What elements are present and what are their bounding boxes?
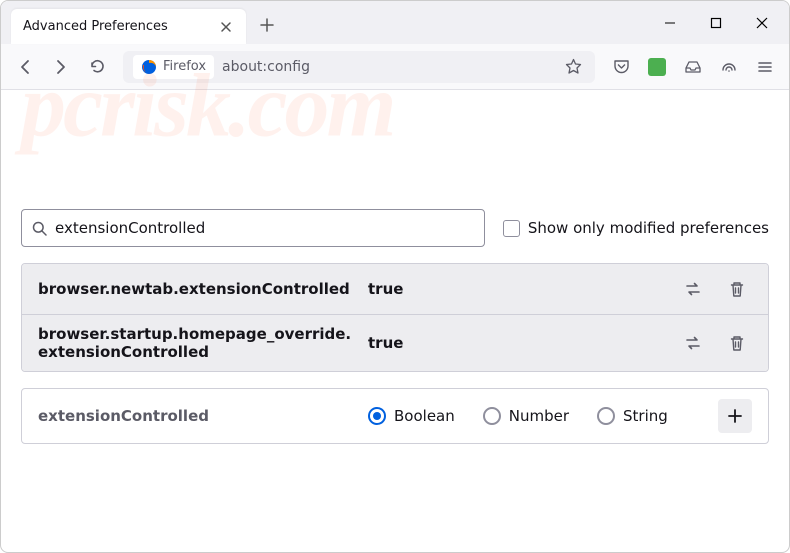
close-tab-icon[interactable] xyxy=(218,19,234,35)
checkbox-label-text: Show only modified preferences xyxy=(528,219,769,237)
reader-icon[interactable] xyxy=(713,51,745,83)
preference-actions xyxy=(678,328,752,358)
radio-number[interactable]: Number xyxy=(483,407,569,425)
preference-list: browser.newtab.extensionControlled true … xyxy=(21,263,769,372)
identity-label: Firefox xyxy=(163,59,206,74)
firefox-icon xyxy=(141,59,157,75)
toggle-button[interactable] xyxy=(678,274,708,304)
menu-button[interactable] xyxy=(749,51,781,83)
search-input[interactable] xyxy=(55,219,474,237)
add-button[interactable] xyxy=(718,399,752,433)
delete-button[interactable] xyxy=(722,274,752,304)
extension-icon[interactable] xyxy=(641,51,673,83)
search-box[interactable] xyxy=(21,209,485,247)
preference-row[interactable]: browser.newtab.extensionControlled true xyxy=(22,264,768,314)
preference-name: browser.newtab.extensionControlled xyxy=(38,280,368,298)
new-preference-name: extensionControlled xyxy=(38,407,368,425)
titlebar: Advanced Preferences xyxy=(1,1,789,44)
preference-value: true xyxy=(368,334,678,352)
radio-label: String xyxy=(623,407,668,425)
url-bar[interactable]: Firefox about:config xyxy=(123,51,595,83)
type-radio-group: Boolean Number String xyxy=(368,407,718,425)
browser-window: Advanced Preferences xyxy=(0,0,790,553)
preference-actions xyxy=(678,274,752,304)
url-text: about:config xyxy=(222,59,553,75)
back-button[interactable] xyxy=(9,51,41,83)
radio-boolean[interactable]: Boolean xyxy=(368,407,455,425)
preference-name: browser.startup.homepage_override.extens… xyxy=(38,325,368,361)
reload-button[interactable] xyxy=(81,51,113,83)
search-row: Show only modified preferences xyxy=(21,209,769,247)
tab-title: Advanced Preferences xyxy=(23,19,218,34)
minimize-button[interactable] xyxy=(647,7,693,39)
maximize-button[interactable] xyxy=(693,7,739,39)
preference-value: true xyxy=(368,280,678,298)
pocket-icon[interactable] xyxy=(605,51,637,83)
add-preference-row: extensionControlled Boolean Number Strin… xyxy=(21,388,769,444)
preference-row[interactable]: browser.startup.homepage_override.extens… xyxy=(22,314,768,371)
about-config-content: pcrisk.com Show only modified preference… xyxy=(1,90,789,460)
radio-string[interactable]: String xyxy=(597,407,668,425)
close-window-button[interactable] xyxy=(739,7,785,39)
window-controls xyxy=(647,1,789,44)
checkbox-icon xyxy=(503,220,520,237)
tab-strip: Advanced Preferences xyxy=(11,1,647,44)
new-tab-button[interactable] xyxy=(252,10,282,40)
bookmark-star-icon[interactable] xyxy=(561,58,585,75)
show-modified-checkbox[interactable]: Show only modified preferences xyxy=(503,219,769,237)
active-tab[interactable]: Advanced Preferences xyxy=(11,9,246,44)
inbox-icon[interactable] xyxy=(677,51,709,83)
navigation-toolbar: Firefox about:config xyxy=(1,44,789,90)
radio-label: Number xyxy=(509,407,569,425)
radio-label: Boolean xyxy=(394,407,455,425)
search-icon xyxy=(32,221,47,236)
delete-button[interactable] xyxy=(722,328,752,358)
toggle-button[interactable] xyxy=(678,328,708,358)
forward-button[interactable] xyxy=(45,51,77,83)
radio-icon xyxy=(597,407,615,425)
radio-icon xyxy=(483,407,501,425)
radio-icon xyxy=(368,407,386,425)
site-identity[interactable]: Firefox xyxy=(133,55,214,79)
